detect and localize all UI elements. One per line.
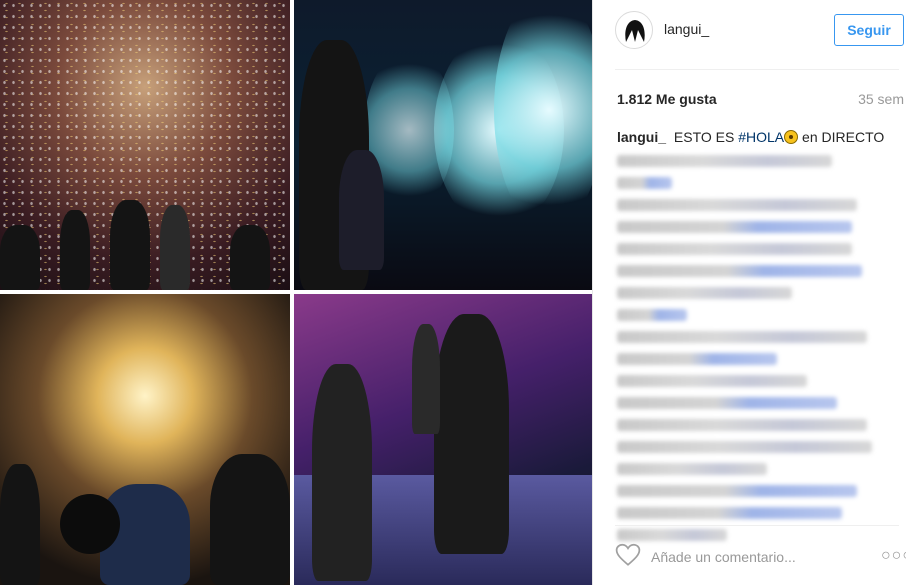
caption-hashtag[interactable]: #HOLA <box>738 129 784 145</box>
photo-singer-with-child <box>294 294 592 585</box>
comment-blurred <box>617 309 897 328</box>
comments-list <box>617 148 897 550</box>
add-comment-input[interactable]: Añade un comentario... <box>651 549 796 565</box>
comment-blurred <box>617 463 897 482</box>
more-options-icon[interactable]: ○○○ <box>881 547 906 565</box>
comment-blurred <box>617 243 897 262</box>
comment-blurred <box>617 375 897 394</box>
comment-blurred <box>617 155 897 174</box>
comment-blurred <box>617 353 897 372</box>
photo-crowd-confetti <box>0 0 290 290</box>
likes-count[interactable]: 1.812 Me gusta <box>617 91 717 107</box>
comment-blurred <box>617 485 897 504</box>
heart-outline-icon[interactable] <box>615 543 641 567</box>
post-photo-collage[interactable] <box>0 0 592 585</box>
post-username[interactable]: langui_ <box>664 21 709 37</box>
comment-blurred <box>617 177 897 196</box>
photo-sparkler-fountains <box>0 294 290 585</box>
caption-text-after: en DIRECTO <box>802 129 885 145</box>
comment-blurred <box>617 265 897 284</box>
post-age[interactable]: 35 sem <box>822 91 904 107</box>
comment-blurred <box>617 397 897 416</box>
comment-blurred <box>617 221 897 240</box>
avatar[interactable] <box>615 11 653 49</box>
add-comment-row: Añade un comentario... ○○○ <box>615 539 906 577</box>
caption-username[interactable]: langui_ <box>617 129 666 145</box>
comment-blurred <box>617 287 897 306</box>
post-side-panel: langui_ Seguir 1.812 Me gusta 35 sem lan… <box>592 0 906 585</box>
comment-blurred <box>617 441 897 460</box>
caption: langui_ ESTO ES #HOLA en DIRECTO <box>617 128 902 146</box>
photo-bassist-smoke <box>294 0 592 290</box>
follow-button[interactable]: Seguir <box>834 14 904 46</box>
comment-blurred <box>617 507 897 526</box>
comment-blurred <box>617 331 897 350</box>
caption-text-before: ESTO ES <box>673 129 735 145</box>
smiley-emoji-icon <box>784 130 799 144</box>
comment-blurred <box>617 199 897 218</box>
comment-blurred <box>617 419 897 438</box>
